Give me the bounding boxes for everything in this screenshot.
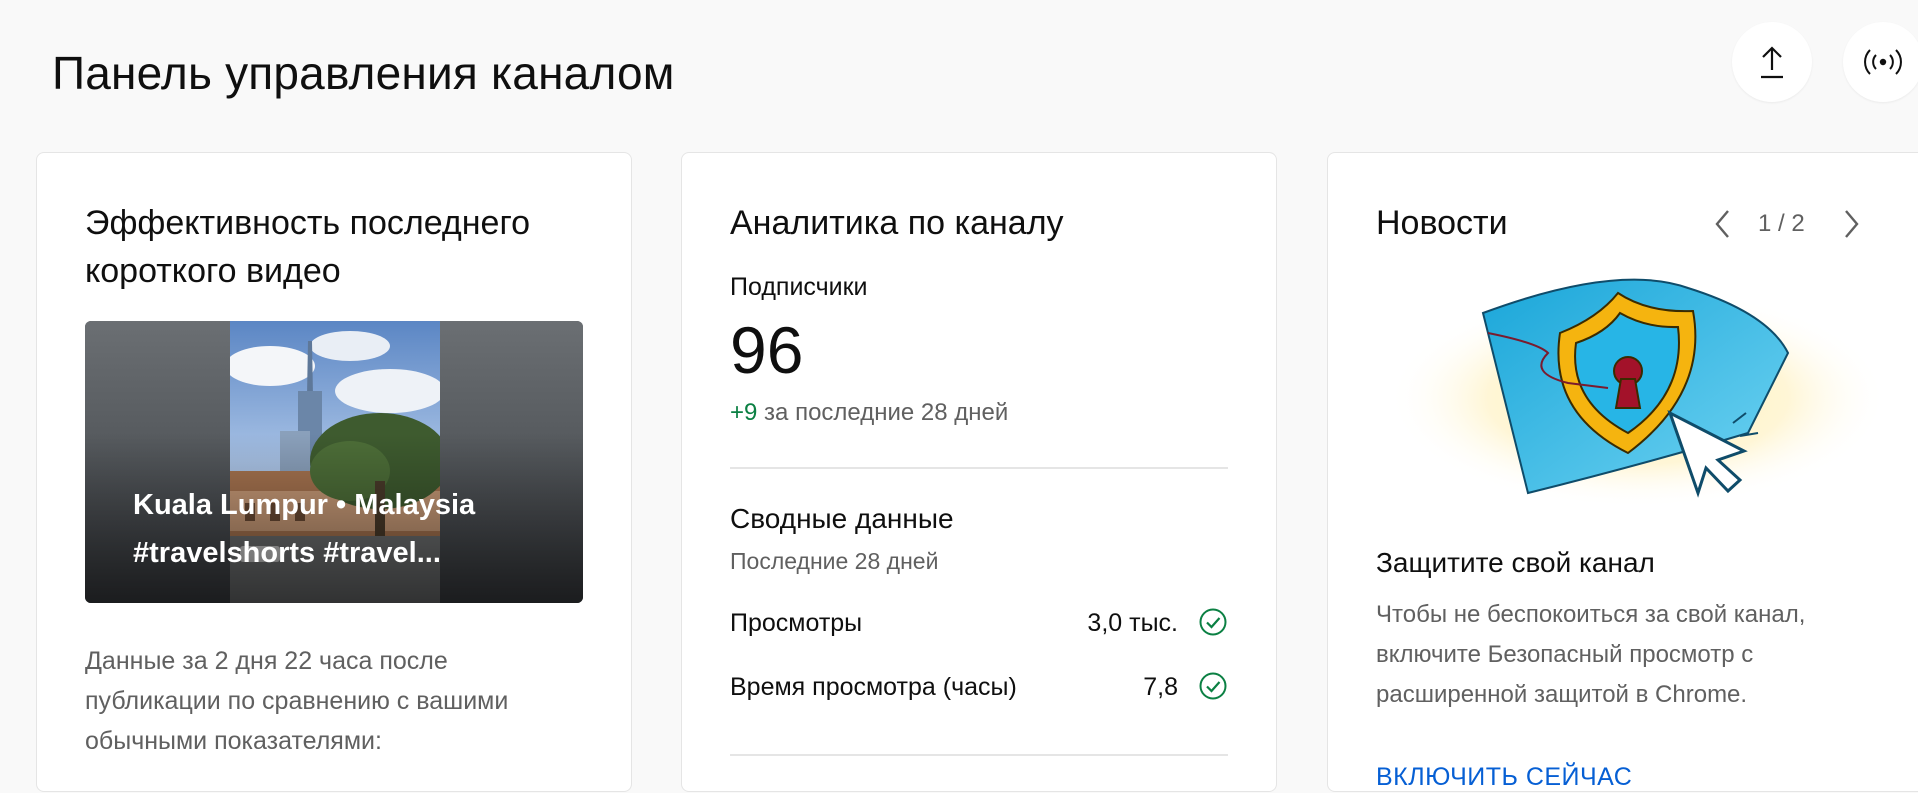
channel-analytics-card: Аналитика по каналу Подписчики 96 +9 за … xyxy=(681,152,1277,792)
video-title-line: #travelshorts #travel... xyxy=(133,537,441,569)
metric-value: 3,0 тыс. xyxy=(1087,609,1178,637)
performance-note: Данные за 2 дня 22 часа после публикации… xyxy=(85,641,545,761)
divider xyxy=(730,467,1228,469)
live-broadcast-icon xyxy=(1864,49,1902,75)
news-text-line: расширенной защитой в Chrome. xyxy=(1376,681,1748,708)
note-line: обычными показателями: xyxy=(85,727,382,755)
metric-row-views: Просмотры 3,0 тыс. xyxy=(730,603,1228,643)
latest-short-card: Эффективность последнего короткого видео xyxy=(36,152,632,792)
metric-row-watch-time: Время просмотра (часы) 7,8 xyxy=(730,667,1228,707)
subscribers-delta-period: за последние 28 дней xyxy=(764,399,1009,426)
news-item-text: Чтобы не беспокоиться за свой канал, вкл… xyxy=(1376,595,1876,715)
news-pager: 1 / 2 xyxy=(1758,210,1805,237)
card-title-line: короткого видео xyxy=(85,252,341,290)
check-circle-icon xyxy=(1199,608,1227,636)
news-card: Новости 1 / 2 Защитите свой канал Чтобы … xyxy=(1327,152,1918,792)
card-title-line: Эффективность последнего xyxy=(85,204,531,242)
chevron-left-icon[interactable] xyxy=(1710,207,1736,241)
check-circle-icon xyxy=(1199,672,1227,700)
metric-value: 7,8 xyxy=(1143,673,1178,701)
metric-label: Время просмотра (часы) xyxy=(730,673,1017,701)
upload-button[interactable] xyxy=(1732,22,1812,102)
card-title-news: Новости xyxy=(1376,204,1508,242)
subscribers-count: 96 xyxy=(730,313,804,387)
card-title-latest-short: Эффективность последнего короткого видео xyxy=(85,199,530,295)
upload-icon xyxy=(1761,46,1783,79)
subscribers-delta: +9 за последние 28 дней xyxy=(730,397,1008,429)
subscribers-label: Подписчики xyxy=(730,273,868,301)
summary-title: Сводные данные xyxy=(730,503,954,534)
go-live-button[interactable] xyxy=(1843,22,1918,102)
news-text-line: Чтобы не беспокоиться за свой канал, xyxy=(1376,601,1806,628)
video-title-line: Kuala Lumpur • Malaysia xyxy=(133,489,476,521)
enable-now-link[interactable]: ВКЛЮЧИТЬ СЕЙЧАС xyxy=(1376,761,1632,793)
chevron-right-icon[interactable] xyxy=(1838,207,1864,241)
shield-illustration xyxy=(1388,278,1888,508)
note-line: Данные за 2 дня 22 часа после xyxy=(85,647,448,675)
note-line: публикации по сравнению с вашими xyxy=(85,687,509,715)
card-title-analytics: Аналитика по каналу xyxy=(730,204,1064,242)
video-title: Kuala Lumpur • Malaysia #travelshorts #t… xyxy=(133,481,533,577)
video-thumbnail[interactable]: Kuala Lumpur • Malaysia #travelshorts #t… xyxy=(85,321,583,603)
subscribers-delta-value: +9 xyxy=(730,399,758,426)
summary-period: Последние 28 дней xyxy=(730,548,939,574)
metric-label: Просмотры xyxy=(730,609,863,637)
news-item-title: Защитите свой канал xyxy=(1376,547,1655,578)
page-title: Панель управления каналом xyxy=(52,47,675,99)
news-text-line: включите Безопасный просмотр с xyxy=(1376,641,1754,668)
divider xyxy=(730,754,1228,756)
